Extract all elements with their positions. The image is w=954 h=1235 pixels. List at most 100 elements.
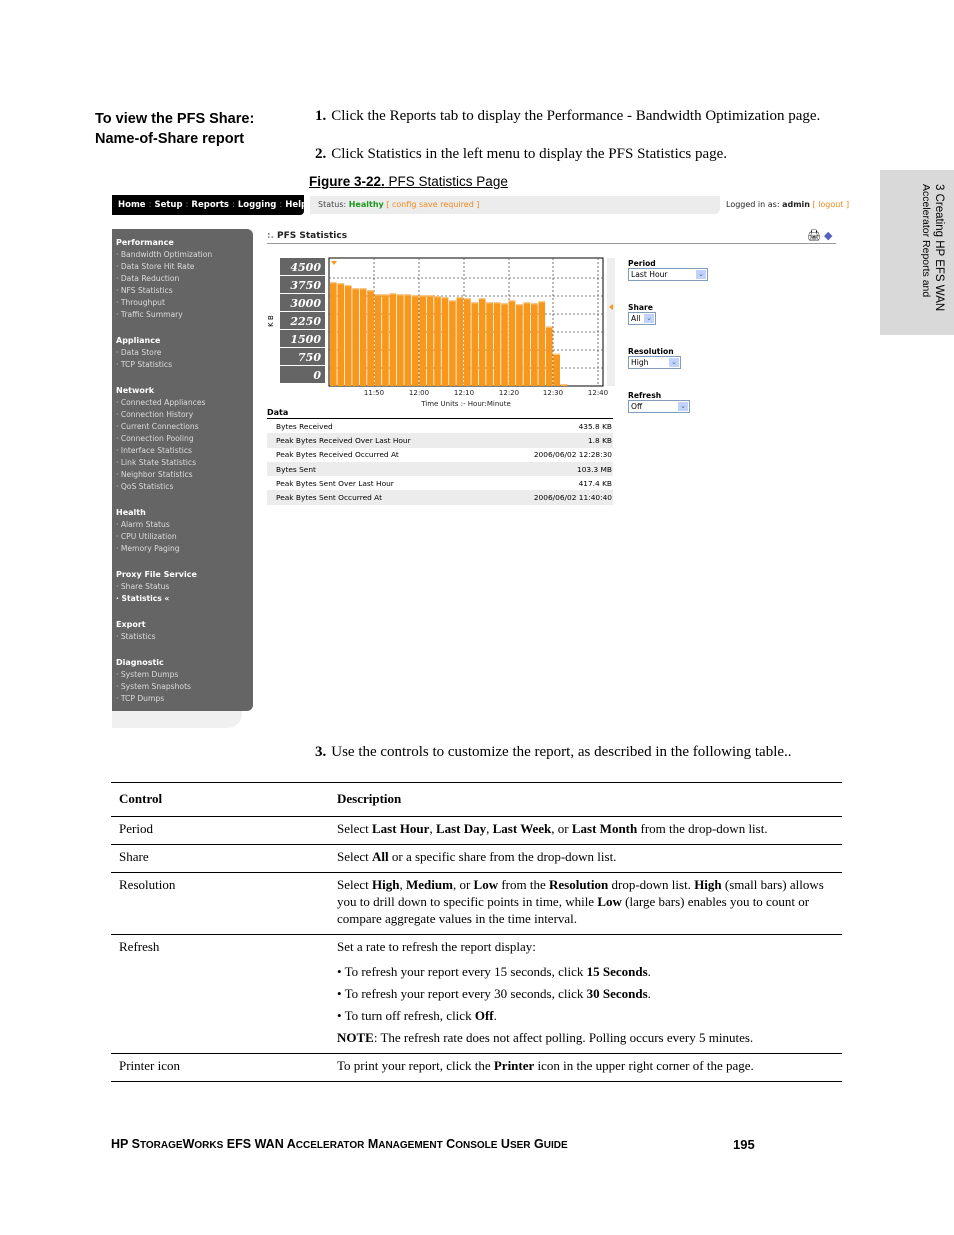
x-tick-label: 12:20 bbox=[499, 389, 519, 397]
bar-cap bbox=[359, 288, 367, 290]
y-tick-label: 750 bbox=[298, 351, 321, 364]
bar bbox=[478, 298, 486, 386]
menu-item[interactable]: · Throughput bbox=[116, 297, 253, 309]
bar-cap bbox=[531, 303, 538, 305]
control-description: Select All or a specific share from the … bbox=[329, 844, 842, 873]
menu-item[interactable]: · System Dumps bbox=[116, 669, 253, 681]
pfs-statistics-screenshot: Home: Setup: Reports: Logging: Help Status: … bbox=[112, 193, 849, 728]
menu-group-performance: Performance bbox=[116, 238, 174, 247]
menu-item[interactable]: · Neighbor Statistics bbox=[116, 469, 253, 481]
bar-cap bbox=[367, 290, 374, 292]
x-tick-label: 11:50 bbox=[364, 389, 384, 397]
chart-svg: K B 4500 3750 3000 2250 1500 750 0 11:50 12:00 12:… bbox=[267, 257, 615, 408]
menu-item[interactable]: · Data Store bbox=[116, 347, 253, 359]
footer-title: HP STORAGEWORKS EFS WAN ACCELERATOR MANA… bbox=[111, 1137, 568, 1151]
bar bbox=[516, 304, 523, 386]
x-tick-label: 12:30 bbox=[543, 389, 563, 397]
menu-item[interactable]: · System Snapshots bbox=[116, 681, 253, 693]
nav-separator: : bbox=[185, 200, 189, 210]
nav-tab-setup[interactable]: Setup bbox=[154, 200, 182, 210]
data-row: Peak Bytes Received Over Last Hour 1.8 KB bbox=[267, 433, 613, 448]
menu-item[interactable]: · Traffic Summary bbox=[116, 309, 253, 321]
data-label: Peak Bytes Received Over Last Hour bbox=[267, 433, 482, 448]
help-book-icon[interactable]: ◆ bbox=[824, 229, 832, 242]
table-row: Refresh Set a rate to refresh the report … bbox=[111, 934, 842, 1054]
header-description: Description bbox=[329, 782, 842, 817]
period-select[interactable]: Last Hour ⌄ bbox=[628, 268, 708, 281]
nav-tab-logging[interactable]: Logging bbox=[238, 200, 276, 210]
bar-cap bbox=[330, 282, 337, 284]
menu-item[interactable]: · Statistics « bbox=[116, 593, 253, 605]
menu-item[interactable]: · Bandwidth Optimization bbox=[116, 249, 253, 261]
table-row: Share Select All or a specific share from… bbox=[111, 844, 842, 873]
resolution-select[interactable]: High ⌄ bbox=[628, 356, 681, 369]
refresh-select[interactable]: Off ⌄ bbox=[628, 400, 690, 413]
section-heading-line1: To view the PFS Share: bbox=[95, 111, 255, 127]
bar-cap bbox=[508, 300, 516, 302]
nav-tab-reports[interactable]: Reports bbox=[191, 200, 229, 210]
menu-item[interactable]: · Share Status bbox=[116, 581, 253, 593]
bar-cap bbox=[486, 302, 493, 304]
nav-tab-help[interactable]: Help bbox=[285, 200, 307, 210]
data-row: Bytes Received 435.8 KB bbox=[267, 419, 613, 433]
status-bar: Status: Healthy [ config save required ] bbox=[310, 196, 720, 214]
menu-group-proxy-file-service: Proxy File Service bbox=[116, 570, 197, 579]
bar bbox=[419, 295, 426, 386]
config-save-link[interactable]: config save required bbox=[392, 200, 474, 209]
bar-cap bbox=[441, 297, 449, 299]
bar-chart: K B 4500 3750 3000 2250 1500 750 0 11:50 12:00 12:… bbox=[267, 255, 615, 411]
nav-separator: : bbox=[279, 200, 283, 210]
menu-item[interactable]: · TCP Statistics bbox=[116, 359, 253, 371]
page-title-text: PFS Statistics bbox=[277, 231, 348, 241]
menu-item[interactable]: · Data Reduction bbox=[116, 273, 253, 285]
menu-item[interactable]: · Memory Paging bbox=[116, 543, 253, 555]
nav-tab-home[interactable]: Home bbox=[118, 200, 146, 210]
menu-item[interactable]: · Data Store Hit Rate bbox=[116, 261, 253, 273]
menu-item[interactable]: · Current Connections bbox=[116, 421, 253, 433]
login-info: Logged in as: admin [ logout ] bbox=[726, 200, 850, 209]
menu-item[interactable]: · NFS Statistics bbox=[116, 285, 253, 297]
bar bbox=[449, 300, 456, 386]
logout-link[interactable]: logout bbox=[818, 200, 843, 209]
control-description: Select Last Hour, Last Day, Last Week, o… bbox=[329, 816, 842, 845]
bar-cap bbox=[389, 293, 397, 295]
bar bbox=[330, 282, 337, 386]
bar bbox=[531, 303, 538, 386]
menu-item[interactable]: · Connected Appliances bbox=[116, 397, 253, 409]
bar bbox=[456, 297, 464, 386]
bar-cap bbox=[545, 326, 553, 328]
menu-item[interactable]: · QoS Statistics bbox=[116, 481, 253, 493]
menu-item[interactable]: · Alarm Status bbox=[116, 519, 253, 531]
chapter-tab-line2: Accelerator Reports and bbox=[920, 184, 932, 298]
menu-item[interactable]: · Statistics bbox=[116, 631, 253, 643]
bar-cap bbox=[553, 353, 560, 355]
data-value: 103.3 MB bbox=[481, 461, 613, 477]
step-text: Click Statistics in the left menu to dis… bbox=[331, 146, 728, 162]
bar-cap bbox=[337, 283, 345, 285]
menu-item[interactable]: · CPU Utilization bbox=[116, 531, 253, 543]
bar-cap bbox=[456, 297, 464, 299]
nav-separator: : bbox=[231, 200, 235, 210]
menu-item[interactable]: · TCP Dumps bbox=[116, 693, 253, 705]
chevron-down-icon[interactable]: ⌄ bbox=[696, 270, 706, 279]
bar-cap bbox=[374, 294, 382, 296]
y-tick-label: 0 bbox=[313, 369, 321, 382]
chevron-down-icon[interactable]: ⌄ bbox=[669, 358, 679, 367]
menu-group-health: Health bbox=[116, 508, 146, 517]
x-tick-label: 12:40 bbox=[588, 389, 608, 397]
chevron-down-icon[interactable]: ⌄ bbox=[678, 402, 688, 411]
share-select[interactable]: All ⌄ bbox=[628, 312, 656, 325]
menu-footer bbox=[112, 711, 242, 728]
bar bbox=[337, 283, 345, 386]
data-row: Peak Bytes Sent Over Last Hour 417.4 KB bbox=[267, 476, 613, 490]
menu-item[interactable]: · Connection History bbox=[116, 409, 253, 421]
chevron-down-icon[interactable]: ⌄ bbox=[644, 314, 654, 323]
menu-item[interactable]: · Link State Statistics bbox=[116, 457, 253, 469]
menu-item[interactable]: · Interface Statistics bbox=[116, 445, 253, 457]
printer-icon[interactable]: 🖨 bbox=[807, 229, 821, 242]
page-icons: 🖨 ◆ bbox=[804, 229, 832, 242]
report-controls: Period Last Hour ⌄ Share All ⌄ Resolution High ⌄… bbox=[628, 259, 708, 435]
menu-item[interactable]: · Connection Pooling bbox=[116, 433, 253, 445]
bar bbox=[352, 288, 359, 386]
bar-cap bbox=[493, 302, 501, 304]
